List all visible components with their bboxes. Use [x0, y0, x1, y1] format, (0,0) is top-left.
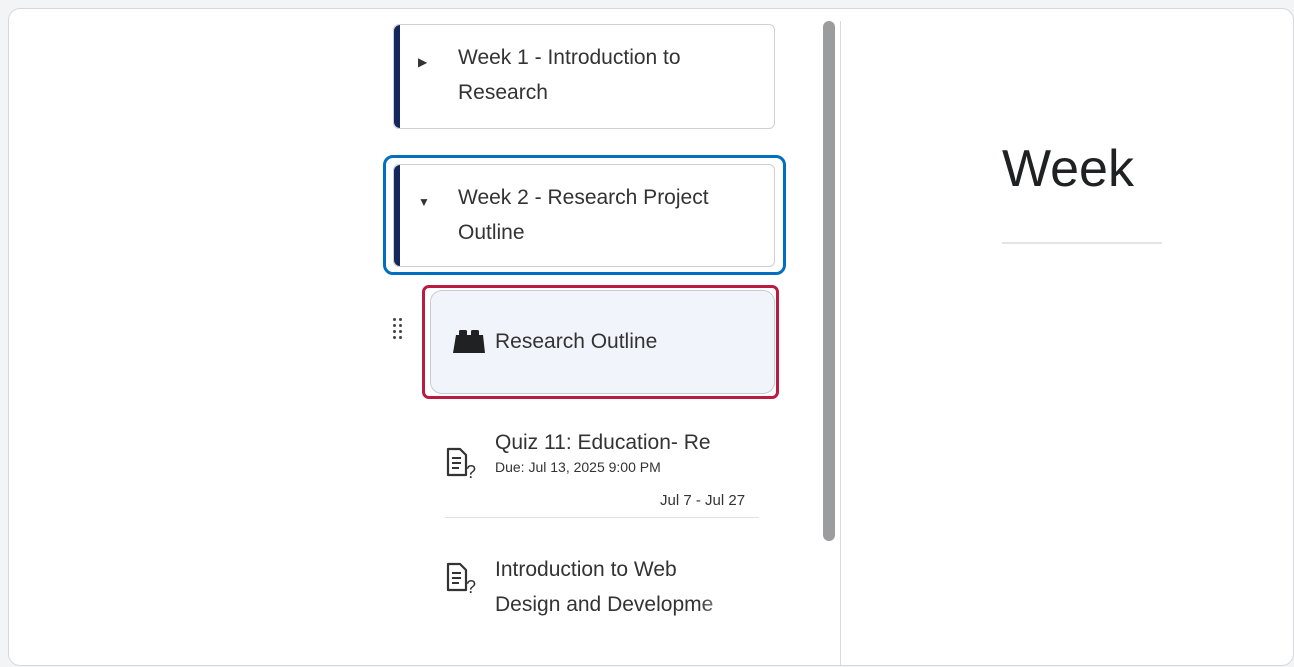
svg-text:?: ? [466, 577, 476, 594]
quiz-icon: ? [446, 562, 476, 594]
unit-accent-bar [394, 165, 400, 266]
page-title: Week [1002, 140, 1134, 198]
unit-title: Week 2 - Research Project Outline [458, 186, 709, 244]
drag-handle-icon[interactable] [393, 318, 405, 340]
content-item-research-outline[interactable]: Research Outline [430, 290, 775, 394]
quiz-icon: ? [446, 447, 476, 479]
lego-block-icon [453, 330, 485, 353]
panel-divider [840, 21, 841, 665]
svg-text:?: ? [466, 462, 476, 479]
topic-divider [445, 517, 759, 518]
app-frame: ▶ Week 1 - Introduction to Research ▼ We… [8, 8, 1294, 666]
caret-down-icon[interactable]: ▼ [418, 195, 430, 209]
unit-title: Week 1 - Introduction to Research [458, 46, 681, 104]
text-fade [709, 429, 769, 459]
title-divider [1002, 242, 1162, 244]
unit-week-2[interactable]: ▼ Week 2 - Research Project Outline [393, 164, 775, 267]
topic-title: Quiz 11: Education- Re [495, 431, 711, 454]
unit-accent-bar [394, 25, 400, 128]
scrollbar-thumb[interactable] [823, 21, 835, 541]
caret-right-icon[interactable]: ▶ [418, 55, 427, 69]
topic-due-date: Due: Jul 13, 2025 9:00 PM [495, 459, 661, 475]
content-item-title: Research Outline [495, 330, 658, 353]
topic-availability: Jul 7 - Jul 27 [660, 492, 746, 509]
text-fade [699, 585, 759, 621]
unit-week-1[interactable]: ▶ Week 1 - Introduction to Research [393, 24, 775, 129]
